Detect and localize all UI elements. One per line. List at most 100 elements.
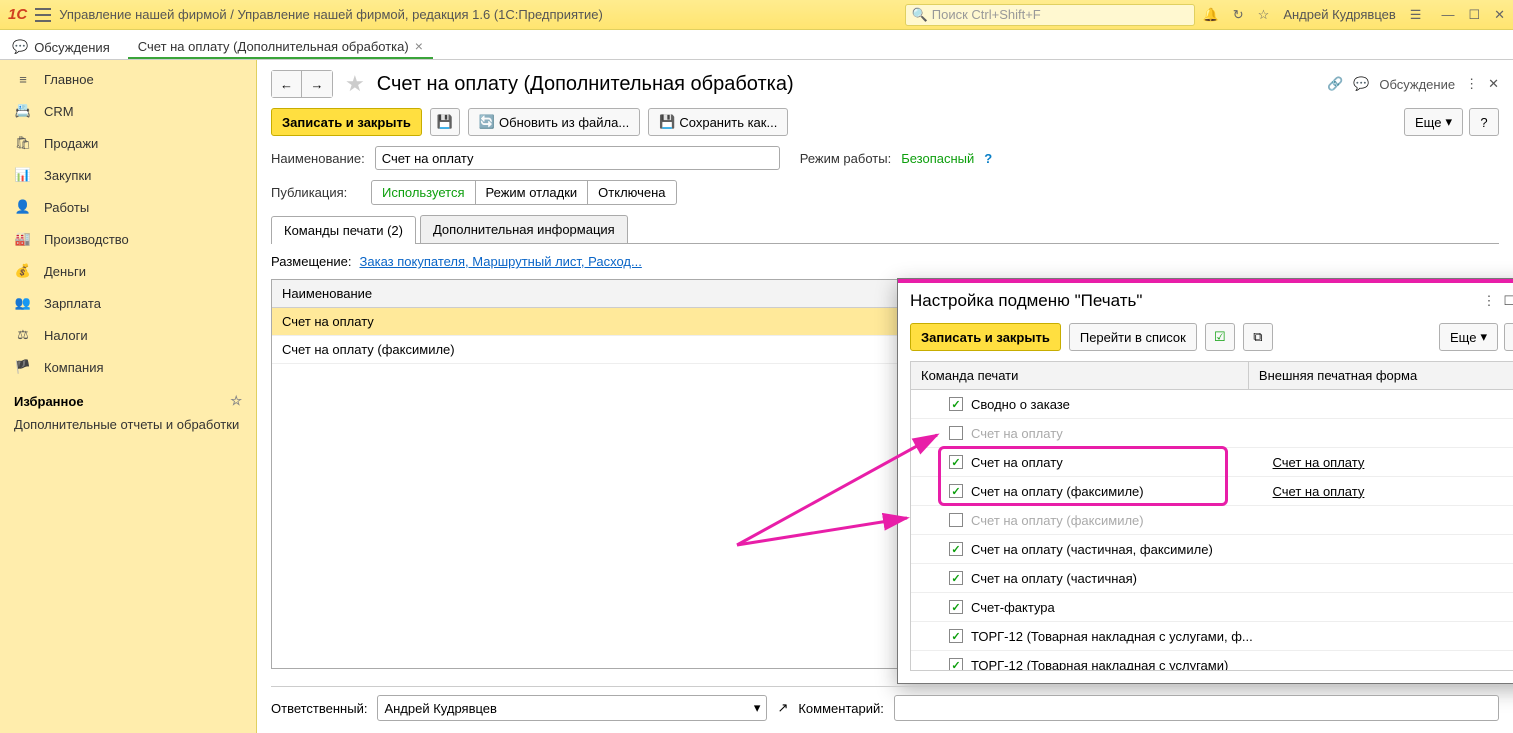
popup-row-label: Сводно о заказе: [971, 397, 1070, 412]
save-button[interactable]: 💾: [430, 108, 460, 136]
popup-row[interactable]: ✓ Счет на оплату (факсимиле): [911, 506, 1513, 535]
checkbox[interactable]: ✓: [949, 600, 963, 614]
sidebar-item-main[interactable]: ≡Главное: [0, 64, 256, 95]
popup-help-button[interactable]: ?: [1504, 323, 1513, 351]
search-input[interactable]: 🔍 Поиск Ctrl+Shift+F: [905, 4, 1195, 26]
star-icon[interactable]: ☆: [1258, 7, 1270, 23]
popup-row[interactable]: ✓Счет на оплату (частичная): [911, 564, 1513, 593]
popup-copy-button[interactable]: ⧉: [1243, 323, 1273, 351]
hamburger-icon[interactable]: [35, 8, 51, 22]
popup-more-label: Еще: [1450, 330, 1476, 345]
popup-row[interactable]: ✓ТОРГ-12 (Товарная накладная с услугами,…: [911, 622, 1513, 651]
placement-link[interactable]: Заказ покупателя, Маршрутный лист, Расхо…: [360, 254, 642, 269]
saveas-icon: 💾: [659, 114, 675, 130]
popup-row[interactable]: ✓ Счет на оплату: [911, 419, 1513, 448]
favorite-star-icon[interactable]: ★: [345, 71, 365, 97]
close-page-icon[interactable]: ✕: [1488, 76, 1499, 92]
popup-save-close-button[interactable]: Записать и закрыть: [910, 323, 1061, 351]
menu-icon[interactable]: ☰: [1410, 7, 1422, 23]
tab-extra-info[interactable]: Дополнительная информация: [420, 215, 628, 243]
save-close-button[interactable]: Записать и закрыть: [271, 108, 422, 136]
chat-icon[interactable]: 💬: [1353, 76, 1369, 92]
tab-print-commands[interactable]: Команды печати (2): [271, 216, 416, 244]
help-icon[interactable]: ?: [984, 151, 992, 166]
nav-forward-button[interactable]: →: [302, 71, 332, 97]
chat-icon: 💬: [12, 39, 28, 55]
close-icon[interactable]: ✕: [1494, 7, 1505, 23]
popup-row[interactable]: ✓ Счет-фактура: [911, 593, 1513, 622]
chevron-down-icon[interactable]: ▾: [754, 700, 761, 716]
tab-close-icon[interactable]: ×: [415, 38, 423, 54]
checkbox[interactable]: ✓: [949, 542, 963, 556]
seg-debug[interactable]: Режим отладки: [476, 181, 589, 204]
kebab-icon[interactable]: ⋮: [1465, 76, 1478, 92]
popup-row-label: Счет на оплату (факсимиле): [971, 513, 1144, 528]
save-as-button[interactable]: 💾 Сохранить как...: [648, 108, 788, 136]
name-input[interactable]: [375, 146, 780, 170]
update-from-file-button[interactable]: 🔄Обновить из файла...: [468, 108, 640, 136]
popup-th-command: Команда печати: [911, 362, 1249, 389]
popup-row[interactable]: ✓ Сводно о заказе: [911, 390, 1513, 419]
popup-row[interactable]: ✓ТОРГ-12 (Товарная накладная с услугами): [911, 651, 1513, 670]
popup-row[interactable]: ✓Счет на оплату (частичная, факсимиле): [911, 535, 1513, 564]
seg-off[interactable]: Отключена: [588, 181, 675, 204]
popup-row-label: Счет-фактура: [971, 600, 1055, 615]
publication-toggle[interactable]: Используется Режим отладки Отключена: [371, 180, 677, 205]
sidebar-item-purchases[interactable]: 📊Закупки: [0, 159, 256, 191]
star-outline-icon[interactable]: ☆: [230, 393, 242, 409]
favorite-reports-link[interactable]: Дополнительные отчеты и обработки: [0, 413, 256, 436]
sidebar-item-production[interactable]: 🏭Производство: [0, 223, 256, 255]
history-icon[interactable]: ↻: [1233, 7, 1244, 23]
update-from-file-label: Обновить из файла...: [499, 115, 629, 130]
external-form-link[interactable]: Счет на оплату: [1273, 484, 1365, 499]
popup-kebab-icon[interactable]: ⋮: [1482, 293, 1495, 309]
seg-used[interactable]: Используется: [372, 181, 476, 204]
sidebar-item-taxes[interactable]: ⚖Налоги: [0, 319, 256, 351]
popup-goto-list-button[interactable]: Перейти в список: [1069, 323, 1197, 351]
checkbox[interactable]: ✓: [949, 484, 963, 498]
link-icon[interactable]: 🔗: [1327, 76, 1343, 92]
sidebar-item-label: CRM: [44, 104, 74, 119]
sidebar-item-company[interactable]: 🏴Компания: [0, 351, 256, 383]
sidebar-item-money[interactable]: 💰Деньги: [0, 255, 256, 287]
popup-checkall-button[interactable]: ☑: [1205, 323, 1235, 351]
checkbox[interactable]: ✓: [949, 397, 963, 411]
chevron-down-icon: ▾: [1445, 114, 1452, 130]
popup-row[interactable]: ✓Счет на оплату (факсимиле)Счет на оплат…: [911, 477, 1513, 506]
popup-row-label: Счет на оплату: [971, 455, 1063, 470]
sidebar-item-works[interactable]: 👤Работы: [0, 191, 256, 223]
sidebar-item-sales[interactable]: 🛍Продажи: [0, 127, 256, 159]
favorites-label: Избранное: [14, 394, 84, 409]
sidebar-item-crm[interactable]: 📇CRM: [0, 95, 256, 127]
checkbox[interactable]: ✓: [949, 571, 963, 585]
minimize-icon[interactable]: —: [1441, 7, 1454, 23]
checkbox[interactable]: ✓: [949, 455, 963, 469]
discussion-label[interactable]: Обсуждение: [1379, 77, 1455, 92]
save-as-label: Сохранить как...: [679, 115, 777, 130]
logo-1c: 1C: [8, 6, 27, 23]
help-button[interactable]: ?: [1469, 108, 1499, 136]
bell-icon[interactable]: 🔔: [1203, 7, 1219, 23]
checkbox[interactable]: ✓: [949, 658, 963, 670]
open-icon[interactable]: ↗: [777, 700, 788, 716]
more-button[interactable]: Еще ▾: [1404, 108, 1463, 136]
checkbox[interactable]: ✓: [949, 513, 963, 527]
tab-discussions[interactable]: 💬 Обсуждения: [0, 35, 122, 59]
external-form-link[interactable]: Счет на оплату: [1273, 455, 1365, 470]
user-name[interactable]: Андрей Кудрявцев: [1283, 7, 1395, 22]
mode-value[interactable]: Безопасный: [901, 151, 974, 166]
nav-back-button[interactable]: ←: [272, 71, 302, 97]
sidebar-item-salary[interactable]: 👥Зарплата: [0, 287, 256, 319]
comment-input[interactable]: [894, 695, 1499, 721]
popup-title: Настройка подменю "Печать": [910, 291, 1142, 311]
tab-document[interactable]: Счет на оплату (Дополнительная обработка…: [128, 33, 433, 59]
checkbox[interactable]: ✓: [949, 426, 963, 440]
popup-row[interactable]: ✓ Счет на оплату Счет на оплату: [911, 448, 1513, 477]
maximize-icon[interactable]: ☐: [1468, 7, 1480, 23]
popup-maximize-icon[interactable]: ☐: [1503, 293, 1513, 309]
popup-row-label: Счет на оплату: [971, 426, 1063, 441]
checkbox[interactable]: ✓: [949, 629, 963, 643]
responsible-input[interactable]: Андрей Кудрявцев ▾: [377, 695, 767, 721]
popup-more-button[interactable]: Еще ▾: [1439, 323, 1498, 351]
print-submenu-popup: Настройка подменю "Печать" ⋮ ☐ ✕ Записат…: [897, 278, 1513, 684]
